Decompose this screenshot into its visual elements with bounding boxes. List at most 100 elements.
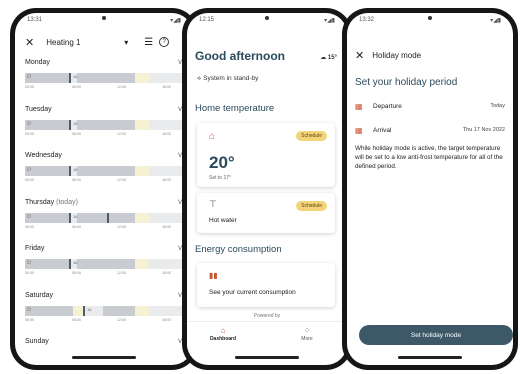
time-tick-label: 12:00 <box>117 131 126 136</box>
status-icons: ▾◢▮ <box>324 18 335 24</box>
holiday-header: ✕ Holiday mode <box>355 49 421 62</box>
time-tick-label: 06:00 <box>72 317 81 322</box>
time-tick-label: 06:00 <box>72 271 81 275</box>
day-list: MondayView⏻1600:0006:0012:0018:0023:59Tu… <box>25 57 193 365</box>
powered-by: Powered by <box>253 313 281 319</box>
energy-card[interactable]: ▮▮ See your current consumption <box>197 263 335 307</box>
day-timeline[interactable]: ⏻ 16 <box>25 212 193 223</box>
day-name: Monday <box>25 57 193 73</box>
dashboard-screen: 12:15 ▾◢▮ Good afternoon ☁ 15° ⟡ System … <box>187 13 347 365</box>
switch-point-marker[interactable] <box>69 166 71 176</box>
comfort-block <box>135 119 149 130</box>
nav-more[interactable]: ⁘ More <box>287 326 327 342</box>
calendar-icon: ▦ <box>355 125 363 135</box>
set-temperature-label: 16 <box>73 120 78 126</box>
home-temperature-title: Home temperature <box>195 103 275 114</box>
current-temperature: 20° <box>209 153 235 172</box>
status-time: 12:15 <box>199 17 215 23</box>
time-tick-label: 00:00 <box>25 85 34 89</box>
switch-point-marker[interactable] <box>69 212 71 223</box>
time-tick-label: 12:00 <box>117 317 126 322</box>
phone-schedule: 13:31 ▾◢▮ ✕ Heating 1 ▾ ☰ ? MondayView⏻1… <box>10 8 198 370</box>
time-tick-label: 18:00 <box>162 178 171 182</box>
day-timeline[interactable]: ⏻ 16 <box>25 119 193 130</box>
holiday-heading: Set your holiday period <box>355 77 458 88</box>
time-tick-label: 12:00 <box>117 85 126 89</box>
phone-dashboard: 12:15 ▾◢▮ Good afternoon ☁ 15° ⟡ System … <box>182 8 352 370</box>
home-indicator <box>235 356 299 359</box>
time-tick-label: 18:00 <box>162 224 171 229</box>
day-name: Saturday <box>25 290 193 306</box>
day-name-text: Saturday <box>25 291 54 299</box>
time-tick-label: 06:00 <box>72 178 81 182</box>
power-icon: ⏻ <box>27 167 31 173</box>
low-temp-block <box>25 212 69 223</box>
house-icon: ⌂ <box>209 131 216 142</box>
time-ticks: 00:0006:0012:0018:0023:59 <box>25 269 193 277</box>
schedule-day: SundayView <box>25 336 193 365</box>
switch-point-marker[interactable] <box>83 305 85 316</box>
departure-row[interactable]: ▦ Departure Today <box>355 97 505 115</box>
switch-point-marker[interactable] <box>69 119 71 130</box>
day-timeline[interactable]: ⏻ 16 <box>25 259 193 269</box>
system-status-text: System in stand-by <box>203 75 259 82</box>
heating-card[interactable]: ⌂ Schedule 20° Set to 17° <box>197 123 335 187</box>
status-icons: ▾◢▮ <box>170 18 181 24</box>
day-name: Tuesday <box>25 104 193 120</box>
set-holiday-mode-button[interactable]: Set holiday mode <box>359 325 513 345</box>
comfort-block <box>73 305 83 316</box>
power-icon: ⏻ <box>27 120 31 127</box>
day-timeline[interactable]: ⏻ 16 <box>25 73 193 83</box>
help-icon[interactable]: ? <box>159 37 170 47</box>
status-time: 13:31 <box>27 17 43 23</box>
day-name-text: Sunday <box>25 338 49 345</box>
set-temperature-label: 16 <box>73 213 78 219</box>
schedule-day: SaturdayView⏻1600:0006:0012:0018:0023:59 <box>25 290 193 337</box>
schedule-badge: Schedule <box>296 131 327 141</box>
day-timeline[interactable]: ⏻ 16 <box>25 305 193 316</box>
day-name: Sunday <box>25 336 193 352</box>
nav-dashboard[interactable]: ⌂ Dashboard <box>203 326 243 342</box>
close-icon[interactable]: ✕ <box>25 36 34 49</box>
departure-value: Today <box>490 103 505 109</box>
time-tick-label: 00:00 <box>25 131 34 136</box>
day-name-text: Monday <box>25 59 50 66</box>
set-temperature-label: 16 <box>73 260 78 265</box>
hot-water-card[interactable]: ⊤ Schedule Hot water <box>197 193 335 233</box>
heating-selector[interactable]: Heating 1 ▾ <box>46 38 128 47</box>
switch-point-marker[interactable] <box>107 212 109 223</box>
arrival-value: Thu 17 Nov 2022 <box>462 127 505 133</box>
departure-label: Departure <box>373 102 402 110</box>
schedule-day: WednesdayView⏻1600:0006:0012:0018:0023:5… <box>25 150 193 197</box>
day-timeline[interactable]: ⏻ 16 <box>25 166 193 176</box>
schedule-screen: 13:31 ▾◢▮ ✕ Heating 1 ▾ ☰ ? MondayView⏻1… <box>15 13 193 365</box>
low-temp-block <box>77 259 135 269</box>
low-temp-block <box>25 259 69 269</box>
low-temp-block <box>25 73 69 83</box>
schedule-header: ✕ Heating 1 ▾ ☰ ? <box>25 31 193 53</box>
tap-icon: ⊤ <box>209 199 217 209</box>
close-icon[interactable]: ✕ <box>355 49 364 62</box>
greeting-title: Good afternoon <box>195 49 285 63</box>
arrival-row[interactable]: ▦ Arrival Thu 17 Nov 2022 <box>355 121 505 139</box>
cloud-icon: ☁ <box>320 55 328 61</box>
status-time: 13:32 <box>359 17 375 23</box>
time-ticks: 00:0006:0012:0018:0023:59 <box>25 316 193 324</box>
time-tick-label: 06:00 <box>72 85 81 89</box>
switch-point-marker[interactable] <box>69 73 71 83</box>
low-temp-block <box>77 73 135 83</box>
day-name-text: Thursday <box>25 198 55 206</box>
day-name: Wednesday <box>25 150 193 166</box>
time-tick-label: 00:00 <box>25 271 34 275</box>
time-tick-label: 18:00 <box>162 271 171 275</box>
time-tick-label: 12:00 <box>117 224 126 229</box>
low-temp-block <box>25 119 69 130</box>
comfort-block <box>135 166 149 176</box>
switch-point-marker[interactable] <box>69 259 71 269</box>
comfort-block <box>135 305 149 316</box>
filter-icon[interactable]: ☰ <box>144 37 153 48</box>
time-tick-label: 12:00 <box>117 271 126 275</box>
comfort-block <box>135 73 149 83</box>
power-icon: ⏻ <box>27 306 31 313</box>
power-icon: ⏻ <box>27 213 31 220</box>
